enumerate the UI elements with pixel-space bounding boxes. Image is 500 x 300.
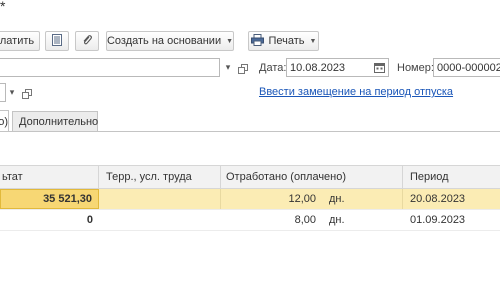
create-based-on-button[interactable]: Создать на основании ▼: [106, 31, 234, 51]
open-icon: [21, 89, 32, 99]
column-divider: [402, 189, 403, 209]
tab-divider: [0, 131, 500, 132]
organization-open-button[interactable]: [237, 58, 251, 77]
dropdown-arrow-icon: ▼: [309, 37, 317, 45]
print-label: Печать: [268, 35, 305, 47]
header-result[interactable]: ьтат: [2, 166, 92, 188]
column-divider: [220, 166, 221, 188]
tab-main[interactable]: о): [0, 110, 9, 132]
paperclip-icon: [81, 34, 93, 49]
create-based-on-label: Создать на основании: [106, 35, 222, 47]
column-divider: [98, 166, 99, 188]
secondary-select-button[interactable]: ▾: [6, 83, 18, 102]
table-row[interactable]: 35 521,30 12,00 дн. 20.08.2023: [0, 189, 500, 210]
post-button-label: латить: [0, 35, 35, 47]
attach-file-button[interactable]: [75, 31, 99, 51]
tab-additional-label: Дополнительно: [19, 116, 99, 128]
organization-select-button[interactable]: ▾: [221, 58, 235, 77]
organization-field[interactable]: [0, 58, 220, 77]
post-and-close-button[interactable]: латить: [0, 31, 40, 51]
cell-unit: дн.: [329, 214, 345, 226]
date-label: Дата:: [259, 62, 287, 74]
table-header-row: ьтат Терр., усл. труда Отработано (оплач…: [0, 165, 500, 189]
tab-main-label: о): [0, 115, 8, 128]
cell-result[interactable]: 35 521,30: [0, 189, 99, 209]
column-divider: [402, 166, 403, 188]
tab-additional[interactable]: Дополнительно: [12, 111, 98, 132]
document-list-button[interactable]: [45, 31, 69, 51]
printer-icon: [250, 33, 264, 49]
secondary-open-button[interactable]: [21, 83, 35, 102]
document-list-icon: [52, 33, 62, 49]
number-field[interactable]: 0000-000002: [433, 58, 500, 77]
dropdown-arrow-icon: ▼: [226, 37, 234, 45]
cell-period[interactable]: 20.08.2023: [410, 189, 500, 209]
print-button[interactable]: Печать ▼: [248, 31, 319, 51]
calendar-icon[interactable]: [374, 62, 385, 76]
chevron-down-icon: ▾: [225, 62, 231, 72]
cell-unit: дн.: [329, 193, 345, 205]
header-period[interactable]: Период: [410, 166, 500, 188]
column-divider: [220, 189, 221, 209]
open-icon: [237, 64, 248, 74]
cell-period[interactable]: 01.09.2023: [410, 210, 500, 230]
cell-worked[interactable]: 12,00: [226, 189, 322, 209]
header-territory[interactable]: Терр., усл. труда: [106, 166, 216, 188]
number-value: 0000-000002: [437, 61, 500, 74]
number-label: Номер:: [397, 62, 434, 74]
vacation-substitution-link[interactable]: Ввести замещение на период отпуска: [259, 86, 453, 98]
cell-worked[interactable]: 8,00: [226, 210, 322, 230]
window-title-modified-mark: *: [0, 0, 6, 14]
date-value: 10.08.2023: [290, 61, 346, 74]
date-field[interactable]: 10.08.2023: [286, 58, 389, 77]
chevron-down-icon: ▾: [9, 87, 15, 97]
cell-result[interactable]: 0: [0, 210, 99, 230]
table-row[interactable]: 0 8,00 дн. 01.09.2023: [0, 210, 500, 231]
header-worked[interactable]: Отработано (оплачено): [226, 166, 396, 188]
